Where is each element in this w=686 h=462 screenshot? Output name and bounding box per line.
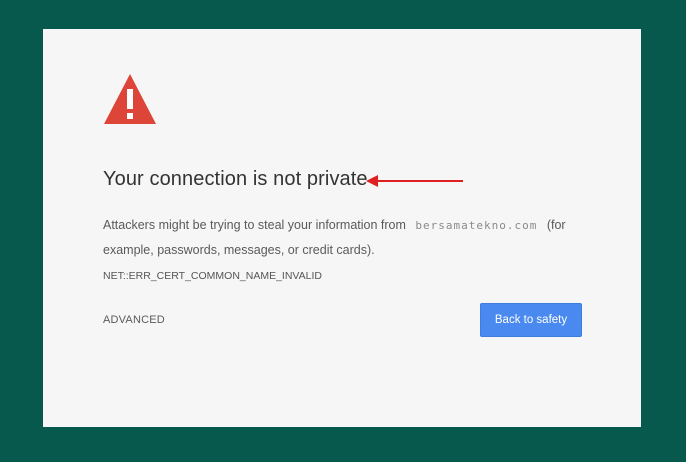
error-code: NET::ERR_CERT_COMMON_NAME_INVALID bbox=[103, 270, 322, 282]
description-text: Attackers might be trying to steal your … bbox=[103, 218, 406, 232]
annotation-arrow-icon bbox=[366, 175, 463, 187]
error-page: Your connection is not private Attackers… bbox=[43, 29, 641, 427]
page-title: Your connection is not private bbox=[103, 168, 368, 190]
hostname-text: bersamatekno.com bbox=[415, 219, 538, 232]
advanced-link[interactable]: ADVANCED bbox=[103, 314, 165, 326]
back-to-safety-button[interactable]: Back to safety bbox=[480, 303, 582, 337]
warning-triangle-icon bbox=[104, 74, 156, 124]
error-description: Attackers might be trying to steal your … bbox=[103, 213, 593, 289]
